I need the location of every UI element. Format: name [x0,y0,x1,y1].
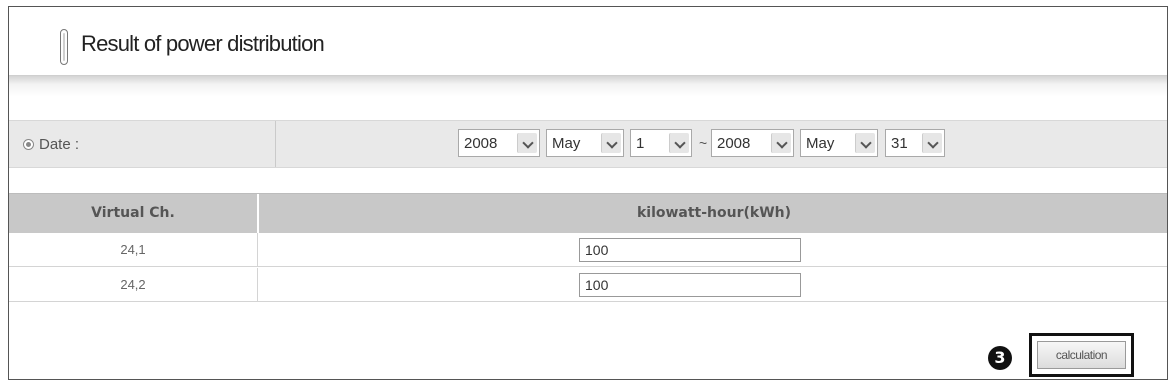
calculation-button-highlight: calculation [1029,333,1134,377]
date-label-cell: Date : [9,121,275,167]
chevron-down-icon[interactable] [771,133,791,153]
cell-divider [257,233,258,266]
start-day-value: 1 [636,135,645,152]
cell-divider [257,268,258,301]
chevron-down-icon[interactable] [517,133,537,153]
date-filter-row: Date : 2008 May 1 ~ 2008 May 31 [9,120,1167,168]
step-number-badge: 3 [988,346,1012,370]
end-month-value: May [806,135,835,152]
end-year-select[interactable]: 2008 [711,129,794,157]
table-row: 24,2 [9,268,1167,302]
start-day-select[interactable]: 1 [630,129,692,157]
virtual-channel-cell: 24,2 [120,277,146,292]
virtual-channel-cell: 24,1 [120,242,146,257]
kwh-input[interactable] [579,238,801,262]
chevron-down-icon[interactable] [855,133,875,153]
date-label: Date : [39,136,80,153]
start-year-select[interactable]: 2008 [458,129,540,157]
chevron-down-icon[interactable] [601,133,621,153]
panel-header: Result of power distribution [9,7,1167,75]
end-day-select[interactable]: 31 [885,129,945,157]
date-cell-divider [275,121,276,167]
end-year-value: 2008 [717,135,751,152]
header-divider [9,75,1167,97]
start-month-value: May [552,135,581,152]
date-range-separator: ~ [699,135,708,151]
end-month-select[interactable]: May [800,129,878,157]
table-header: Virtual Ch. kilowatt-hour(kWh) [9,193,1167,234]
kwh-input[interactable] [579,273,801,297]
title-bar-icon [60,29,68,65]
chevron-down-icon[interactable] [922,133,942,153]
end-day-value: 31 [891,135,908,152]
start-month-select[interactable]: May [546,129,624,157]
start-year-value: 2008 [464,135,498,152]
table-row: 24,1 [9,233,1167,267]
bullet-icon [23,139,34,150]
column-header-virtual-ch: Virtual Ch. [91,205,175,221]
page-title: Result of power distribution [81,31,325,56]
power-distribution-panel: Result of power distribution Date : 2008… [8,6,1168,380]
chevron-down-icon[interactable] [669,133,689,153]
column-header-kwh: kilowatt-hour(kWh) [636,205,792,221]
calculation-button[interactable]: calculation [1037,341,1126,369]
